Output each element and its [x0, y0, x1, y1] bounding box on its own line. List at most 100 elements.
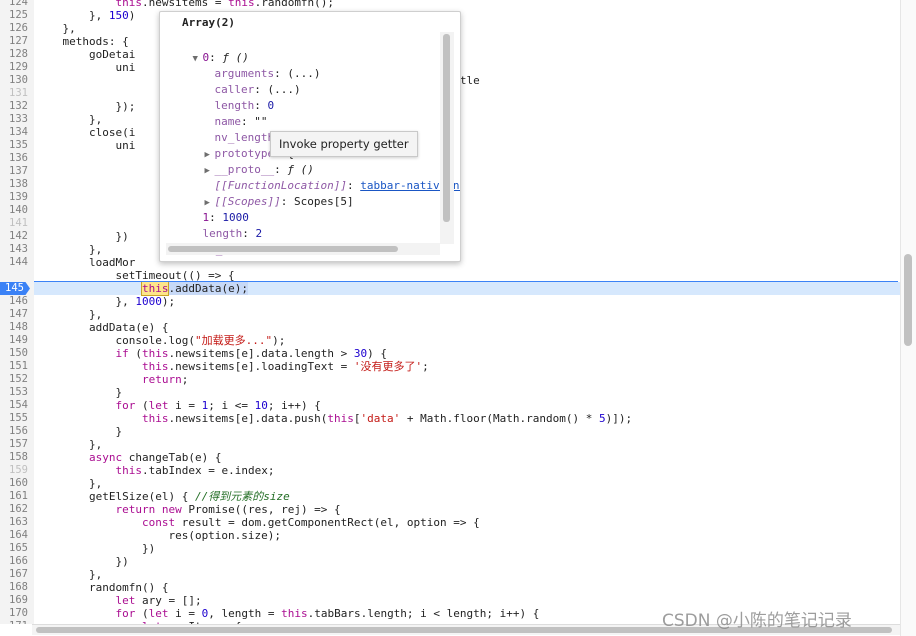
line-number[interactable]: 168 [0, 581, 28, 594]
line-number[interactable]: 141 [0, 217, 28, 230]
line-number[interactable]: 142 [0, 230, 28, 243]
line-number[interactable]: 133 [0, 113, 28, 126]
line-gutter[interactable]: 124 [0, 0, 34, 9]
popover-vertical-scrollbar[interactable] [440, 32, 454, 244]
line-number[interactable]: 170 [0, 607, 28, 620]
prop-scopes[interactable]: ▶ [[Scopes]]: Scopes[5] [178, 178, 354, 208]
line-gutter[interactable]: 156 [0, 425, 34, 438]
line-number[interactable]: 131 [0, 87, 28, 100]
line-number[interactable]: 163 [0, 516, 28, 529]
line-number[interactable]: 159 [0, 464, 28, 477]
line-number[interactable]: 134 [0, 126, 28, 139]
line-number[interactable]: 162 [0, 503, 28, 516]
prop-nv-length[interactable]: nv_length: (...) [188, 114, 321, 144]
line-gutter[interactable]: 130 [0, 74, 34, 87]
array-nv-length[interactable]: nv_length: (...) [176, 226, 309, 256]
line-gutter[interactable]: 152 [0, 373, 34, 386]
line-gutter[interactable]: 163 [0, 516, 34, 529]
line-gutter[interactable]: 125 [0, 9, 34, 22]
line-number[interactable]: 166 [0, 555, 28, 568]
line-gutter[interactable]: 164 [0, 529, 34, 542]
line-number[interactable]: 167 [0, 568, 28, 581]
line-number[interactable]: 140 [0, 204, 28, 217]
line-gutter[interactable]: 158 [0, 451, 34, 464]
line-gutter[interactable]: 160 [0, 477, 34, 490]
line-gutter[interactable]: 147 [0, 308, 34, 321]
line-gutter[interactable]: 126 [0, 22, 34, 35]
line-gutter[interactable]: 136 [0, 152, 34, 165]
line-number[interactable]: 157 [0, 438, 28, 451]
line-gutter[interactable]: 153 [0, 386, 34, 399]
line-number[interactable]: 124 [0, 0, 28, 9]
array-item-0[interactable]: ▼ 0: ƒ () [166, 34, 249, 64]
line-gutter[interactable]: 142 [0, 230, 34, 243]
line-gutter[interactable]: 157 [0, 438, 34, 451]
line-number[interactable]: 146 [0, 295, 28, 308]
line-number[interactable]: 160 [0, 477, 28, 490]
line-gutter[interactable]: 170 [0, 607, 34, 620]
line-number[interactable]: 139 [0, 191, 28, 204]
line-gutter[interactable]: 149 [0, 334, 34, 347]
line-number[interactable]: 132 [0, 100, 28, 113]
line-gutter[interactable]: 162 [0, 503, 34, 516]
line-gutter[interactable]: 134 [0, 126, 34, 139]
line-number[interactable]: 144 [0, 256, 28, 269]
editor-vertical-scrollbar[interactable] [900, 0, 916, 636]
line-gutter[interactable]: 171 [0, 620, 34, 624]
line-gutter[interactable]: 148 [0, 321, 34, 334]
line-gutter[interactable]: 138 [0, 178, 34, 191]
line-gutter[interactable] [0, 269, 34, 282]
line-gutter[interactable]: 143 [0, 243, 34, 256]
line-number[interactable]: 151 [0, 360, 28, 373]
line-gutter[interactable]: 128 [0, 48, 34, 61]
line-number[interactable]: 152 [0, 373, 28, 386]
line-number[interactable]: 130 [0, 74, 28, 87]
line-gutter[interactable]: 161 [0, 490, 34, 503]
line-number[interactable]: 155 [0, 412, 28, 425]
line-gutter[interactable]: 154 [0, 399, 34, 412]
line-gutter[interactable]: 137 [0, 165, 34, 178]
line-number[interactable]: 156 [0, 425, 28, 438]
line-number[interactable]: 149 [0, 334, 28, 347]
line-number[interactable]: 127 [0, 35, 28, 48]
line-number[interactable]: 143 [0, 243, 28, 256]
line-gutter[interactable]: 165 [0, 542, 34, 555]
line-gutter[interactable]: 169 [0, 594, 34, 607]
line-gutter[interactable]: 168 [0, 581, 34, 594]
editor-vertical-scroll-thumb[interactable] [904, 254, 912, 346]
popover-horizontal-scroll-thumb[interactable] [168, 246, 398, 252]
popover-horizontal-scrollbar[interactable] [166, 243, 440, 255]
line-number[interactable]: 136 [0, 152, 28, 165]
line-gutter[interactable]: 133 [0, 113, 34, 126]
line-gutter[interactable]: 145 [0, 282, 34, 295]
line-gutter[interactable]: 140 [0, 204, 34, 217]
line-number[interactable]: 128 [0, 48, 28, 61]
line-gutter[interactable]: 127 [0, 35, 34, 48]
line-number[interactable]: 150 [0, 347, 28, 360]
line-gutter[interactable]: 166 [0, 555, 34, 568]
line-gutter[interactable]: 129 [0, 61, 34, 74]
line-number[interactable]: 129 [0, 61, 28, 74]
line-number[interactable]: 158 [0, 451, 28, 464]
line-gutter[interactable]: 144 [0, 256, 34, 269]
line-number[interactable]: 161 [0, 490, 28, 503]
line-number[interactable]: 169 [0, 594, 28, 607]
line-number[interactable]: 154 [0, 399, 28, 412]
line-number[interactable]: 137 [0, 165, 28, 178]
line-number[interactable]: 138 [0, 178, 28, 191]
line-number[interactable]: 125 [0, 9, 28, 22]
line-number[interactable]: 164 [0, 529, 28, 542]
prop-arguments[interactable]: arguments: (...) [188, 50, 321, 80]
line-gutter[interactable]: 146 [0, 295, 34, 308]
line-number[interactable]: 165 [0, 542, 28, 555]
line-number[interactable]: 126 [0, 22, 28, 35]
popover-vertical-scroll-thumb[interactable] [443, 34, 450, 222]
line-gutter[interactable]: 159 [0, 464, 34, 477]
line-number[interactable]: 135 [0, 139, 28, 152]
line-gutter[interactable]: 150 [0, 347, 34, 360]
breakpoint-marker[interactable]: 145 [0, 282, 30, 295]
line-gutter[interactable]: 167 [0, 568, 34, 581]
line-gutter[interactable]: 132 [0, 100, 34, 113]
line-gutter[interactable]: 141 [0, 217, 34, 230]
line-number[interactable]: 148 [0, 321, 28, 334]
